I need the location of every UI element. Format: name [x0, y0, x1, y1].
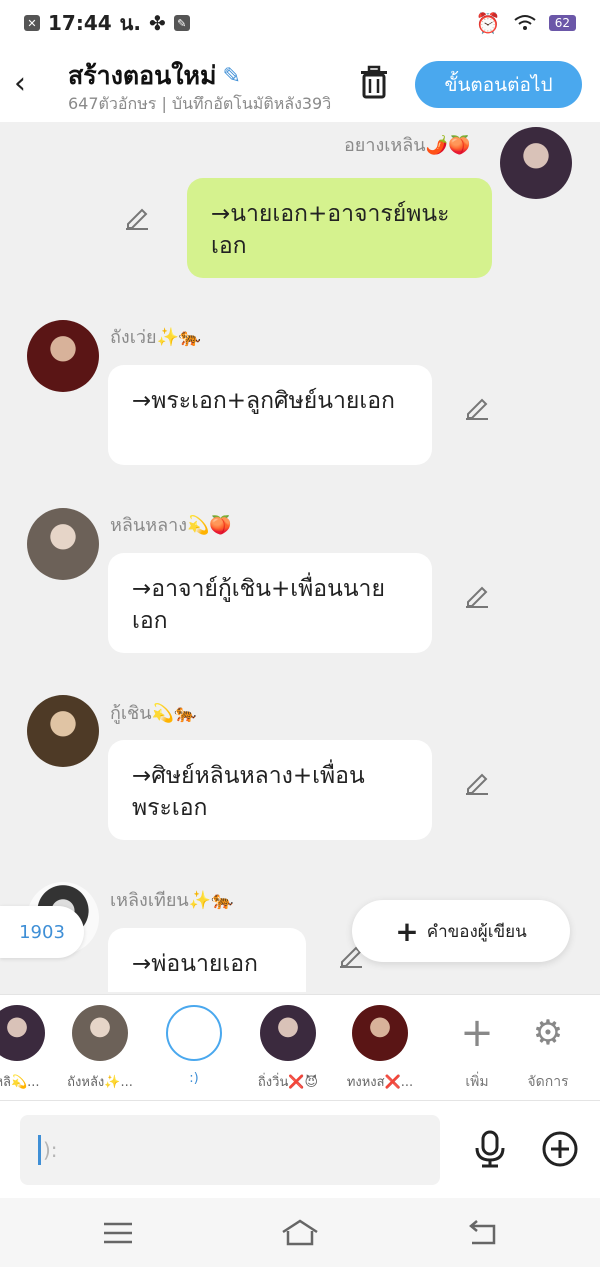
message-author: ถังเว่ย✨🐅 — [110, 327, 202, 348]
add-label: เพิ่ม — [465, 1074, 489, 1090]
character-avatar — [0, 1005, 45, 1061]
character-bar: หลิ💫... ถังหลัง✨... :) ถิ่งวิ่น❌😈 ทงหงส❌… — [0, 994, 600, 1100]
character-avatar — [72, 1005, 128, 1061]
message-author: เหลิงเทียน✨🐅 — [110, 890, 234, 911]
message-bubble[interactable]: →อาจาย์กู้เชิน+เพื่อนนายเอก — [108, 553, 432, 653]
message-bubble[interactable]: →ศิษย์หลินหลาง+เพื่อนพระเอก — [108, 740, 432, 840]
trash-icon[interactable] — [356, 64, 392, 100]
back-button[interactable]: ‹ — [14, 66, 26, 101]
edit-message-icon[interactable] — [124, 204, 150, 230]
add-character-button[interactable]: + เพิ่ม — [442, 1005, 512, 1093]
page-title[interactable]: สร้างตอนใหม่ ✎ — [68, 56, 241, 96]
edit-message-icon[interactable] — [464, 769, 490, 795]
back-nav-icon[interactable] — [462, 1218, 502, 1248]
character-item[interactable]: :) — [149, 1005, 239, 1086]
character-item[interactable]: หลิ💫... — [0, 1005, 62, 1092]
gear-icon: ⚙ — [532, 1013, 564, 1053]
edit-message-icon[interactable] — [464, 582, 490, 608]
next-step-button[interactable]: ขั้นตอนต่อไป — [415, 61, 582, 108]
count-badge[interactable]: 1903 — [0, 906, 84, 958]
microphone-icon[interactable] — [470, 1129, 510, 1169]
character-name: :) — [189, 1071, 199, 1086]
app-icon: ✎ — [173, 15, 190, 31]
character-avatar — [352, 1005, 408, 1061]
add-circle-icon[interactable] — [540, 1129, 580, 1169]
message-author: กู้เชิน💫🐅 — [110, 703, 197, 724]
character-item[interactable]: ถังหลัง✨... — [55, 1005, 145, 1092]
edit-message-icon[interactable] — [464, 394, 490, 420]
author-note-button[interactable]: + คำของผู้เขียน — [352, 900, 570, 962]
chat-area: อยางเหลิน🌶️🍑 →นายเอก+อาจารย์พนะเอก ถังเว… — [0, 122, 600, 992]
notification-icon: ✕ — [24, 15, 40, 31]
manage-characters-button[interactable]: ⚙ จัดการ — [513, 1005, 583, 1093]
page-subtitle: 647ตัวอักษร | บันทึกอัตโนมัติหลัง39วิ — [68, 94, 332, 113]
manage-label: จัดการ — [527, 1074, 569, 1090]
message-author: หลินหลาง💫🍑 — [110, 515, 232, 536]
status-bar: ✕ 17:44 น. ✤ ✎ ⏰ 62 — [0, 0, 600, 46]
edit-title-icon[interactable]: ✎ — [222, 64, 240, 89]
input-row: ): — [0, 1100, 600, 1198]
character-avatar — [260, 1005, 316, 1061]
character-avatar — [166, 1005, 222, 1061]
avatar[interactable] — [27, 320, 99, 392]
plus-icon: + — [460, 1010, 494, 1056]
character-item[interactable]: ถิ่งวิ่น❌😈 — [243, 1005, 333, 1092]
menu-icon[interactable] — [98, 1218, 138, 1248]
title-text: สร้างตอนใหม่ — [68, 61, 217, 90]
avatar[interactable] — [27, 695, 99, 767]
character-name: ทงหงส❌... — [346, 1075, 414, 1090]
system-nav-bar — [0, 1198, 600, 1267]
plus-icon: + — [395, 914, 419, 948]
alarm-icon: ⏰ — [475, 11, 501, 35]
avatar[interactable] — [500, 127, 572, 199]
home-icon[interactable] — [280, 1218, 320, 1248]
character-item[interactable]: ทงหงส❌... — [335, 1005, 425, 1092]
character-name: ถังหลัง✨... — [67, 1075, 133, 1090]
avatar[interactable] — [27, 508, 99, 580]
author-note-label: คำของผู้เขียน — [426, 921, 527, 942]
message-author: อยางเหลิน🌶️🍑 — [344, 135, 471, 156]
character-name: หลิ💫... — [0, 1075, 40, 1090]
text-caret — [38, 1135, 41, 1165]
header: ‹ สร้างตอนใหม่ ✎ 647ตัวอักษร | บันทึกอัต… — [0, 46, 600, 122]
fan-icon: ✤ — [148, 11, 166, 35]
battery-indicator: 62 — [548, 15, 576, 31]
message-bubble[interactable]: →นายเอก+อาจารย์พนะเอก — [187, 178, 492, 278]
message-bubble[interactable]: →พ่อนายเอก — [108, 928, 306, 992]
status-carrier: น. — [119, 11, 141, 35]
input-placeholder: ): — [43, 1138, 58, 1162]
wifi-icon — [514, 15, 536, 30]
status-time: 17:44 — [48, 11, 112, 35]
message-input[interactable]: ): — [20, 1115, 440, 1185]
message-bubble[interactable]: →พระเอก+ลูกศิษย์นายเอก — [108, 365, 432, 465]
character-name: ถิ่งวิ่น❌😈 — [257, 1075, 319, 1090]
